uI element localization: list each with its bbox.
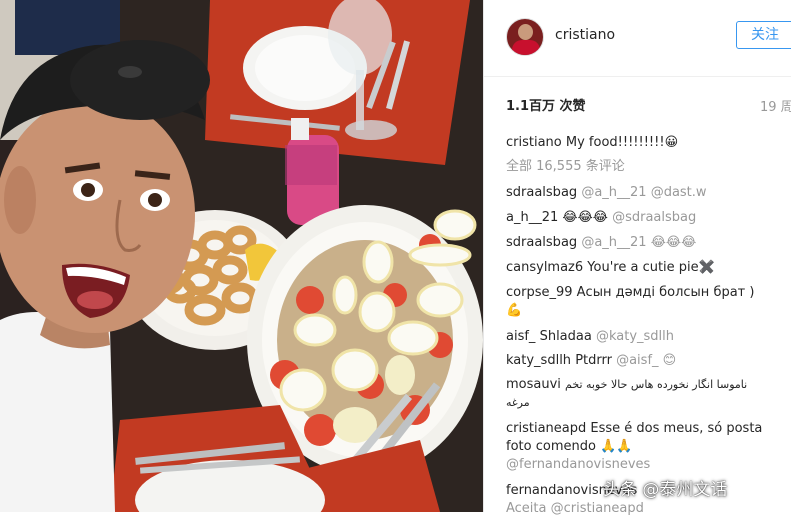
avatar-icon[interactable] <box>506 18 544 56</box>
comment-user[interactable]: cristianeapd <box>506 421 586 436</box>
username-link[interactable]: cristiano <box>555 27 615 43</box>
post-header: cristiano 关注 <box>484 0 791 77</box>
comment-mention[interactable]: @a_h__21 😂😂😂 <box>581 235 696 250</box>
comment-user[interactable]: sdraalsbag <box>506 235 577 250</box>
comment-row: katy_sdllh Ptdrrr @aisf_ 😊 <box>506 352 786 370</box>
comment-mention[interactable]: @katy_sdllh <box>596 329 674 344</box>
comment-text: ناموسا انگار نخورده هاس حالا خوبه تخم <box>565 378 748 391</box>
post-photo[interactable] <box>0 0 483 512</box>
comment-mention[interactable]: @fernandanovisneves <box>506 457 650 472</box>
comment-user[interactable]: cansylmaz6 <box>506 260 583 275</box>
comment-row-continued: Aceita @cristianeapd <box>506 500 786 518</box>
comment-row: cansylmaz6 You're a cutie pie✖️ <box>506 259 786 277</box>
comment-text: مرغه <box>506 396 530 409</box>
comment-text: foto comendo 🙏🙏 <box>506 439 633 454</box>
comment-row: cristianeapd Esse é dos meus, só posta <box>506 420 786 438</box>
likes-count[interactable]: 1.1百万 次赞 <box>506 95 586 114</box>
comment-text: Ptdrrr <box>575 353 617 368</box>
comment-row: sdraalsbag @a_h__21 @dast.w <box>506 184 786 202</box>
comment-user[interactable]: corpse_99 <box>506 285 573 300</box>
post-time[interactable]: 19 周 <box>760 96 791 115</box>
comment-mention[interactable]: @aisf_ 😊 <box>616 353 676 368</box>
caption-user[interactable]: cristiano <box>506 135 562 150</box>
comment-row-continued: @fernandanovisneves <box>506 456 786 474</box>
comment-row: corpse_99 Асын дəмді болсын брат ) <box>506 284 786 302</box>
view-all-label[interactable]: 全部 16,555 条评论 <box>506 159 625 174</box>
comment-user[interactable]: a_h__21 <box>506 210 558 225</box>
comment-text: You're a cutie pie✖️ <box>587 260 715 275</box>
comment-row-continued: 💪 <box>506 302 786 320</box>
comment-row-continued: foto comendo 🙏🙏 <box>506 438 786 456</box>
comment-text: Shladaa <box>539 329 596 344</box>
comment-text: Aceita @cristianeapd <box>506 501 644 516</box>
comment-user[interactable]: sdraalsbag <box>506 185 577 200</box>
comment-user[interactable]: katy_sdllh <box>506 353 571 368</box>
comment-row: a_h__21 😂😂😂 @sdraalsbag <box>506 209 786 227</box>
comment-mention[interactable]: @a_h__21 @dast.w <box>581 185 706 200</box>
follow-button[interactable]: 关注 <box>736 21 791 49</box>
comment-mention[interactable]: @sdraalsbag <box>612 210 696 225</box>
comment-user[interactable]: mosauvi <box>506 377 561 392</box>
comment-text: 💪 <box>506 303 523 318</box>
view-all-comments-link[interactable]: 全部 16,555 条评论 <box>506 158 786 176</box>
caption-text: My food!!!!!!!!!😀 <box>565 135 679 150</box>
comment-row: mosauvi ناموسا انگار نخورده هاس حالا خوب… <box>506 376 786 394</box>
comment-row: sdraalsbag @a_h__21 😂😂😂 <box>506 234 786 252</box>
comment-text: Асын дəмді болсын брат ) <box>576 285 755 300</box>
comment-text: Esse é dos meus, só posta <box>590 421 763 436</box>
comment-text: 😂😂😂 <box>562 210 613 225</box>
comment-user[interactable]: aisf_ <box>506 329 535 344</box>
caption: cristiano My food!!!!!!!!!😀 <box>506 134 786 152</box>
comment-row: aisf_ Shladaa @katy_sdllh <box>506 328 786 346</box>
comment-row-continued: مرغه <box>506 394 786 412</box>
food-selfie-image <box>0 0 483 512</box>
post-sidebar: cristiano 关注 1.1百万 次赞 19 周 cristiano My … <box>483 0 791 516</box>
watermark-label: 头条 @泰州文话 <box>603 480 728 500</box>
